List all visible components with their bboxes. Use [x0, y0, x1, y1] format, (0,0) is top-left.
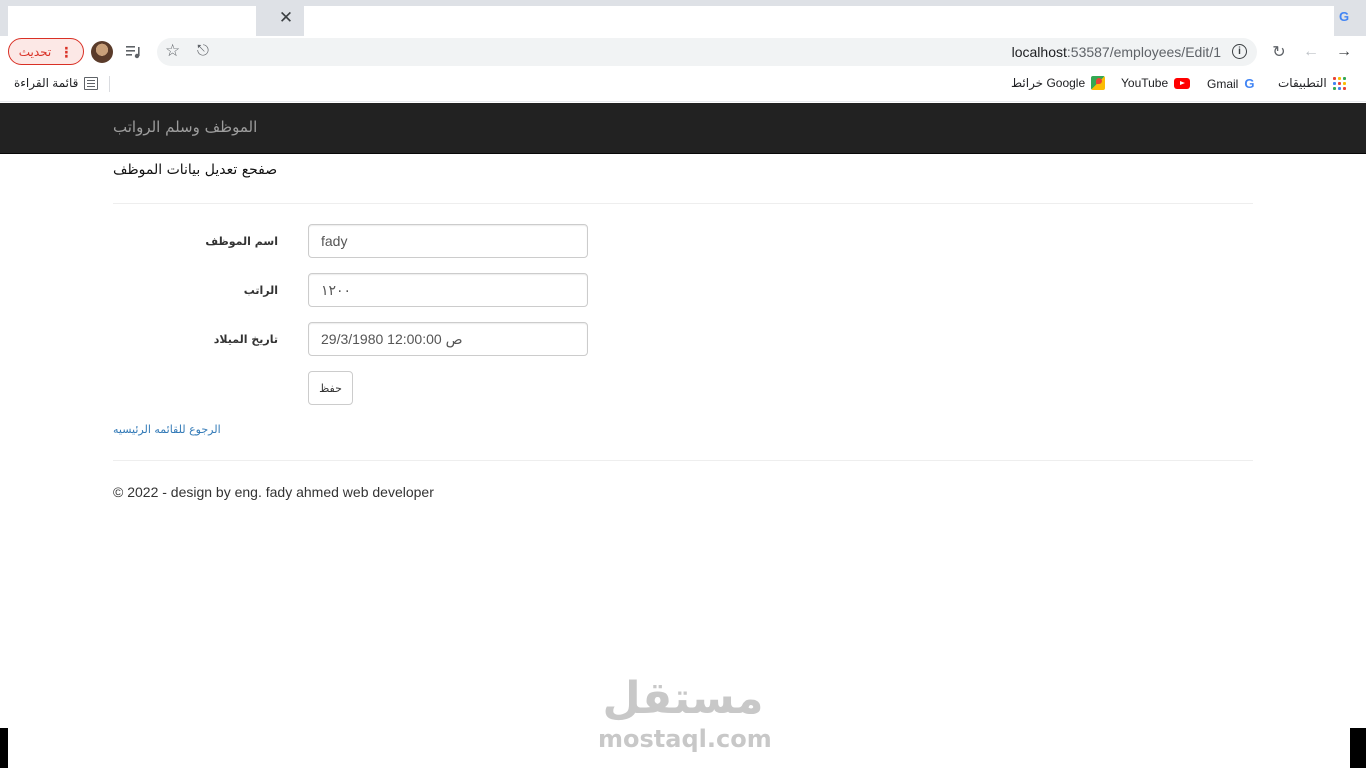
birth-date-input[interactable]: 29/3/1980 12:00:00 ص: [308, 322, 588, 356]
youtube-icon: [1174, 77, 1191, 89]
reading-list-label: قائمة القراءة: [14, 76, 79, 90]
mostaql-watermark: مستقل mostaql.com: [598, 672, 772, 753]
forward-arrow-icon[interactable]: →: [1333, 41, 1355, 63]
tab-strip: ✕ G: [0, 0, 1366, 36]
reading-list-icon: [84, 76, 99, 90]
info-icon[interactable]: i: [1232, 44, 1247, 59]
gmail-icon: G: [1244, 76, 1255, 91]
footer-divider: [113, 460, 1253, 461]
browser-tab-inactive[interactable]: [8, 6, 256, 36]
page-title: صفحع تعديل بيانات الموظف: [113, 162, 278, 178]
bookmark-youtube-label: YouTube: [1121, 76, 1169, 90]
site-navbar: الموظف وسلم الرواتب: [0, 103, 1366, 154]
url-host: localhost: [1011, 44, 1067, 60]
bookmark-gmail[interactable]: Gmail G: [1207, 76, 1254, 91]
browser-toolbar: تحديث ⋮ ☆ ⎋ localhost:53587/employees/Ed…: [0, 36, 1366, 68]
reading-list[interactable]: قائمة القراءة: [14, 76, 99, 90]
navbar-brand[interactable]: الموظف وسلم الرواتب: [113, 118, 257, 136]
update-button-label: تحديث: [18, 44, 52, 59]
bookmark-maps[interactable]: خرائط Google: [1011, 76, 1106, 90]
browser-tab-active[interactable]: [304, 6, 1334, 36]
footer-text: © 2022 - design by eng. fady ahmed web d…: [113, 484, 434, 500]
back-arrow-icon[interactable]: ←: [1300, 41, 1322, 63]
screen-edge-left: [0, 728, 8, 768]
salary-label: الراتب: [243, 284, 278, 297]
url-text: localhost:53587/employees/Edit/1: [1012, 44, 1221, 60]
kebab-menu-icon: ⋮: [59, 43, 74, 60]
share-icon[interactable]: ⎋: [197, 42, 209, 59]
media-queue-icon[interactable]: [123, 41, 145, 63]
save-button[interactable]: حفظ: [308, 371, 353, 405]
apps-grid-icon: [1332, 76, 1346, 90]
star-icon[interactable]: ☆: [165, 41, 180, 61]
bookmark-maps-label: خرائط Google: [1011, 76, 1086, 90]
back-to-list-link[interactable]: الرجوع للقائمه الرئيسيه: [113, 423, 221, 436]
google-favicon-icon: G: [1338, 8, 1350, 24]
bookmark-youtube[interactable]: YouTube: [1121, 76, 1191, 90]
url-path: :53587/employees/Edit/1: [1066, 44, 1221, 60]
reload-icon[interactable]: ↻: [1268, 41, 1290, 63]
title-divider: [113, 203, 1253, 204]
employee-name-input[interactable]: fady: [308, 224, 588, 258]
screen-edge-right: [1350, 728, 1366, 768]
watermark-latin: mostaql.com: [598, 725, 772, 753]
bookmark-apps-label: التطبيقات: [1278, 76, 1327, 90]
maps-icon: [1091, 76, 1106, 90]
employee-name-label: اسم الموظف: [205, 235, 278, 248]
watermark-arabic: مستقل: [602, 673, 764, 724]
bookmarks-bar: التطبيقات Gmail G YouTube خرائط Google ق…: [0, 68, 1366, 102]
update-button[interactable]: تحديث ⋮: [8, 38, 84, 65]
avatar[interactable]: [91, 41, 113, 63]
bookmark-gmail-label: Gmail: [1207, 76, 1239, 91]
salary-input[interactable]: ١٢٠٠: [308, 273, 588, 307]
birth-date-label: تاريخ الميلاد: [213, 333, 278, 346]
bookmarks-divider: [109, 76, 110, 92]
close-icon[interactable]: ✕: [272, 6, 300, 30]
address-bar[interactable]: ☆ ⎋ localhost:53587/employees/Edit/1 i: [157, 38, 1257, 66]
bookmark-apps[interactable]: التطبيقات: [1278, 76, 1346, 90]
